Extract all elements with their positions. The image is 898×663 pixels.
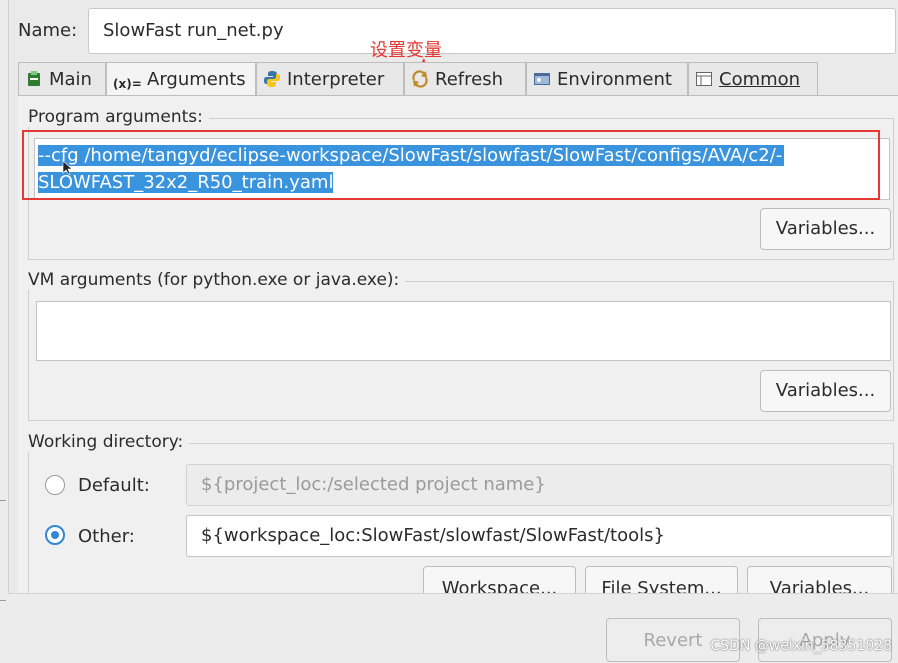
program-arguments-label: Program arguments: <box>28 107 209 127</box>
gutter-tick <box>0 600 6 601</box>
workspace-button[interactable]: Workspace... <box>423 566 576 594</box>
python-icon <box>264 71 280 87</box>
program-variables-button[interactable]: Variables... <box>760 208 891 250</box>
other-directory-input[interactable]: ${workspace_loc:SlowFast/slowfast/SlowFa… <box>186 515 892 557</box>
common-icon <box>696 72 712 86</box>
name-input[interactable]: SlowFast run_net.py <box>88 8 896 54</box>
vm-arguments-textarea[interactable] <box>36 301 891 361</box>
file-system-button[interactable]: File System... <box>585 566 738 594</box>
tab-interpreter[interactable]: Interpreter <box>256 62 404 96</box>
tab-refresh[interactable]: Refresh <box>404 62 526 96</box>
tab-label: Main <box>49 69 92 90</box>
tab-label: Arguments <box>147 69 246 90</box>
left-gutter <box>0 0 9 662</box>
tab-label: Interpreter <box>287 69 385 90</box>
tab-label: Common <box>719 69 801 90</box>
environment-icon <box>534 73 550 85</box>
refresh-icon <box>412 70 428 88</box>
annotation-highlight-box <box>22 130 880 200</box>
working-directory-label: Working directory: <box>28 432 190 452</box>
working-dir-variables-button[interactable]: Variables... <box>747 566 892 594</box>
tab-environment[interactable]: Environment <box>526 62 688 96</box>
tab-main[interactable]: Main <box>18 62 106 96</box>
other-radio[interactable] <box>45 525 65 545</box>
tab-label: Refresh <box>435 69 503 90</box>
default-label: Default: <box>78 475 150 496</box>
tab-common[interactable]: Common <box>688 62 818 96</box>
main-tab-icon <box>28 71 40 86</box>
mouse-cursor-icon <box>62 160 72 176</box>
name-label: Name: <box>18 20 78 41</box>
vm-arguments-label: VM arguments (for python.exe or java.exe… <box>28 270 406 290</box>
variables-icon: (x)= <box>113 77 142 91</box>
tab-arguments[interactable]: (x)= Arguments <box>106 62 256 98</box>
default-radio[interactable] <box>45 475 65 495</box>
tab-label: Environment <box>557 69 672 90</box>
working-directory-buttons: Workspace... File System... Variables... <box>18 566 898 594</box>
watermark-text: CSDN @weixin_58351028 <box>710 638 892 654</box>
default-directory-field: ${project_loc:/selected project name} <box>186 464 892 506</box>
gutter-tick <box>0 500 6 501</box>
other-label: Other: <box>78 526 135 547</box>
vm-variables-button[interactable]: Variables... <box>760 370 891 412</box>
